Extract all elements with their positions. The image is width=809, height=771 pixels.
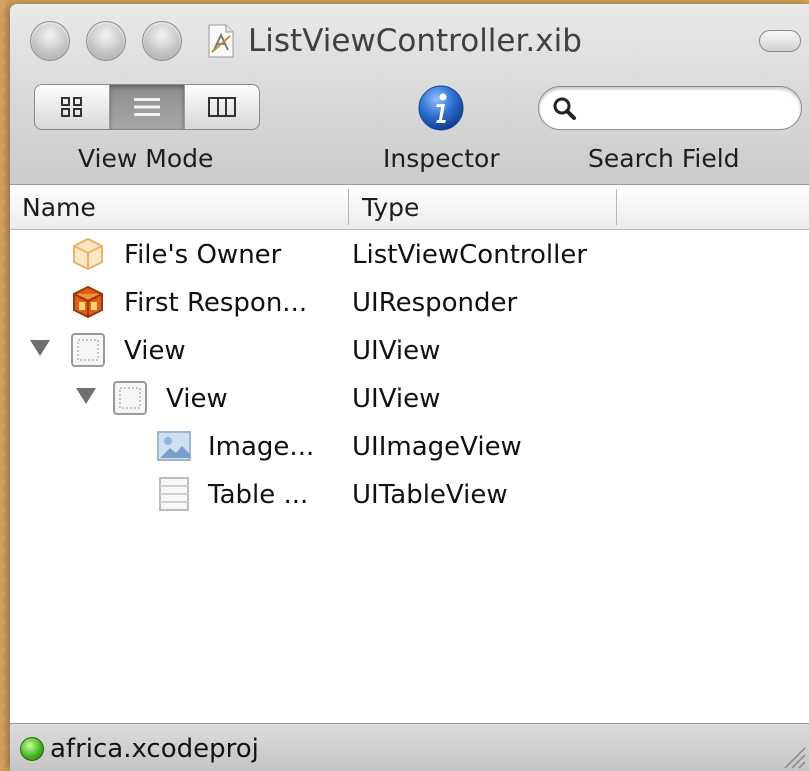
- row-type: UIView: [352, 336, 441, 366]
- close-button[interactable]: [30, 21, 70, 61]
- zoom-button[interactable]: [142, 21, 182, 61]
- project-name[interactable]: africa.xcodeproj: [50, 724, 259, 771]
- icon-grid-icon: [61, 97, 82, 117]
- xib-document-window: ListViewController.xib View Mode Inspect…: [10, 4, 809, 771]
- table-row[interactable]: Image... UIImageView: [10, 422, 809, 470]
- row-type: UIResponder: [352, 288, 518, 318]
- column-header-type[interactable]: Type: [362, 185, 419, 229]
- minimize-button[interactable]: [86, 21, 126, 61]
- cube-outline-icon: [73, 237, 103, 271]
- row-name: Image...: [208, 432, 315, 462]
- object-list: File's Owner ListViewController First Re…: [10, 230, 809, 518]
- toolbar: ListViewController.xib View Mode Inspect…: [10, 4, 809, 185]
- xib-file-icon: [208, 24, 234, 58]
- view-mode-control: [34, 84, 260, 130]
- status-bar: africa.xcodeproj: [10, 723, 809, 771]
- search-field-label: Search Field: [588, 144, 740, 173]
- column-header-name[interactable]: Name: [22, 185, 96, 229]
- table-row[interactable]: Table ... UITableView: [10, 470, 809, 518]
- row-name: File's Owner: [124, 240, 282, 270]
- toolbar-toggle-button[interactable]: [759, 30, 801, 52]
- table-header: Name Type: [10, 185, 809, 230]
- column-divider[interactable]: [616, 189, 617, 225]
- list-icon: [134, 98, 160, 116]
- row-type: UIImageView: [352, 432, 522, 462]
- row-name: Table ...: [208, 480, 309, 510]
- info-icon[interactable]: [417, 84, 465, 132]
- view-mode-list-button[interactable]: [110, 85, 185, 129]
- row-name: View: [124, 336, 186, 366]
- view-mode-columns-button[interactable]: [185, 85, 259, 129]
- view-icon: [113, 381, 147, 415]
- view-mode-icons-button[interactable]: [35, 85, 110, 129]
- disclosure-triangle-icon[interactable]: [76, 388, 96, 404]
- row-name: First Respon...: [124, 288, 308, 318]
- row-type: UIView: [352, 384, 441, 414]
- window-title-text: ListViewController.xib: [248, 23, 582, 59]
- view-mode-label: View Mode: [78, 144, 214, 173]
- disclosure-triangle-icon[interactable]: [30, 340, 50, 356]
- table-row[interactable]: View UIView: [10, 374, 809, 422]
- image-view-icon: [157, 431, 191, 461]
- table-view-icon: [159, 477, 189, 511]
- view-icon: [71, 333, 105, 367]
- row-type: UITableView: [352, 480, 508, 510]
- row-name: View: [166, 384, 228, 414]
- table-row[interactable]: First Respon... UIResponder: [10, 278, 809, 326]
- columns-icon: [208, 97, 236, 117]
- window-title: ListViewController.xib: [206, 18, 582, 64]
- search-field[interactable]: [538, 86, 802, 130]
- inspector-label: Inspector: [383, 144, 500, 173]
- responder-cube-icon: [73, 285, 103, 319]
- table-row[interactable]: File's Owner ListViewController: [10, 230, 809, 278]
- search-input[interactable]: [587, 93, 791, 123]
- column-divider[interactable]: [348, 189, 349, 225]
- table-row[interactable]: View UIView: [10, 326, 809, 374]
- magnifier-icon: [553, 97, 576, 120]
- resize-grip-icon[interactable]: [781, 744, 807, 770]
- row-type: ListViewController: [352, 240, 588, 270]
- project-status-indicator-icon: [20, 737, 44, 761]
